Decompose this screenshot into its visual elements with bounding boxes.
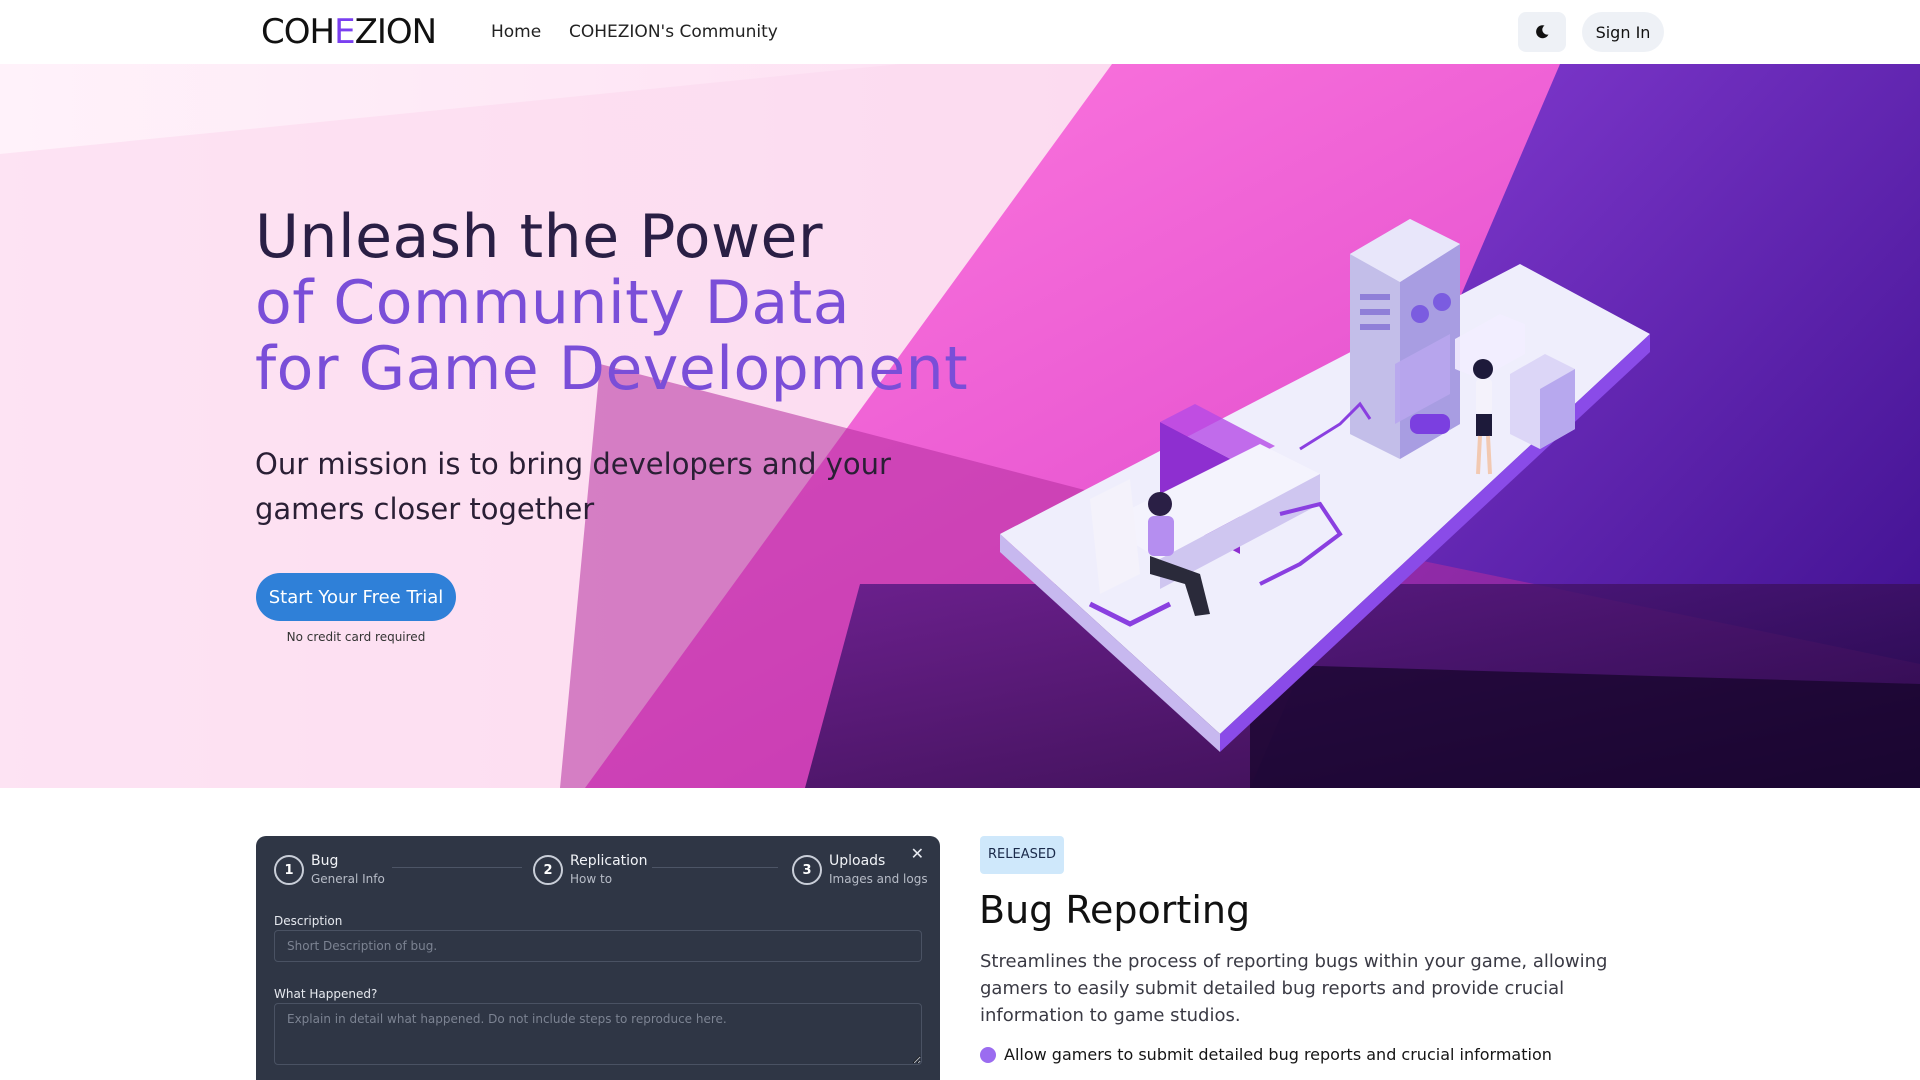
no-credit-card-note: No credit card required [286, 630, 426, 644]
top-navbar: COHEZION Home COHEZION's Community Sign … [0, 0, 1920, 64]
step-subtitle: Images and logs [829, 872, 928, 886]
theme-toggle-button[interactable] [1518, 12, 1566, 52]
feature-title: Bug Reporting [979, 888, 1251, 932]
start-free-trial-button[interactable]: Start Your Free Trial [256, 573, 456, 621]
step-2-replication[interactable]: 2 Replication How to [533, 852, 647, 888]
nav-community-link[interactable]: COHEZION's Community [569, 20, 778, 44]
hero-title-line-3: for Game Development [255, 334, 969, 404]
what-happened-label: What Happened? [274, 987, 378, 1001]
description-input[interactable] [274, 930, 922, 962]
step-number: 1 [274, 855, 304, 885]
description-label: Description [274, 914, 343, 928]
bullet-text: Allow gamers to submit detailed bug repo… [1004, 1045, 1552, 1064]
nav-home-link[interactable]: Home [491, 20, 541, 44]
bug-report-form-card: 1 Bug General Info 2 Replication How to … [256, 836, 940, 1080]
hero-section: Unleash the Power of Community Data for … [0, 64, 1920, 788]
step-number: 3 [792, 855, 822, 885]
step-title: Bug [311, 853, 339, 869]
close-icon[interactable]: ✕ [911, 844, 924, 863]
feature-bullet: Allow gamers to submit detailed bug repo… [980, 1045, 1552, 1064]
hero-title-line-2: of Community Data [255, 268, 850, 338]
what-happened-textarea[interactable] [274, 1003, 922, 1065]
bullet-dot-icon [980, 1046, 996, 1063]
released-badge: RELEASED [980, 836, 1065, 874]
isometric-office-illustration [1000, 219, 1650, 752]
moon-icon [1536, 25, 1549, 39]
step-number: 2 [533, 855, 563, 885]
step-1-bug[interactable]: 1 Bug General Info [274, 852, 385, 888]
feature-description: Streamlines the process of reporting bug… [980, 951, 1608, 1026]
hero-title: Unleash the Power of Community Data for … [255, 204, 968, 402]
step-3-uploads[interactable]: 3 Uploads Images and logs [792, 852, 928, 888]
sign-in-button[interactable]: Sign In [1582, 12, 1664, 52]
step-connector [652, 867, 778, 868]
step-connector [392, 867, 522, 868]
step-title: Replication [570, 853, 648, 869]
step-subtitle: How to [570, 872, 613, 886]
hero-subtitle: Our mission is to bring developers and y… [255, 447, 891, 526]
cohezion-logo[interactable]: COHEZION [261, 12, 437, 52]
step-subtitle: General Info [311, 872, 385, 886]
hero-title-line-1: Unleash the Power [255, 202, 824, 272]
